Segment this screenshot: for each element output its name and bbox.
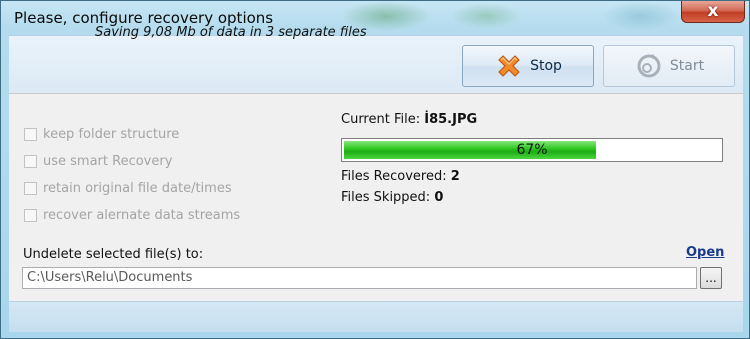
files-recovered-row: Files Recovered: 2 bbox=[341, 169, 460, 184]
files-recovered-value: 2 bbox=[450, 169, 460, 184]
start-button-label: Start bbox=[669, 58, 705, 74]
checkbox[interactable] bbox=[24, 181, 37, 195]
option-label: use smart Recovery bbox=[43, 153, 173, 169]
progress-bar: 67% bbox=[341, 138, 723, 162]
destination-label: Undelete selected file(s) to: bbox=[23, 247, 204, 262]
checkbox[interactable] bbox=[24, 154, 37, 168]
option-use-smart-recovery[interactable]: use smart Recovery bbox=[24, 152, 172, 170]
browse-button[interactable]: ... bbox=[700, 267, 722, 289]
option-label: retain original file date/times bbox=[43, 180, 232, 196]
footer-strip bbox=[9, 301, 743, 332]
files-skipped-label: Files Skipped: bbox=[341, 190, 431, 205]
close-button[interactable]: x bbox=[681, 1, 745, 23]
close-icon: x bbox=[707, 1, 719, 21]
current-file-label: Current File: bbox=[341, 112, 421, 127]
progress-text: 67% bbox=[516, 142, 548, 158]
option-retain-file-dates[interactable]: retain original file date/times bbox=[24, 179, 232, 197]
option-recover-data-streams[interactable]: recover alernate data streams bbox=[24, 206, 240, 224]
checkbox[interactable] bbox=[24, 208, 37, 222]
files-skipped-row: Files Skipped: 0 bbox=[341, 190, 443, 205]
stop-button[interactable]: Stop bbox=[462, 45, 594, 87]
current-file-row: Current File: İ85.JPG bbox=[341, 112, 477, 127]
files-recovered-label: Files Recovered: bbox=[341, 169, 447, 184]
checkbox[interactable] bbox=[24, 127, 37, 141]
start-button[interactable]: Start bbox=[603, 45, 735, 87]
open-link[interactable]: Open bbox=[686, 245, 724, 260]
stop-button-label: Stop bbox=[530, 58, 562, 74]
saving-summary: Saving 9,08 Mb of data in 3 separate fil… bbox=[95, 25, 367, 40]
start-recycle-icon bbox=[637, 54, 661, 78]
option-label: keep folder structure bbox=[43, 126, 180, 142]
current-file-value: İ85.JPG bbox=[424, 112, 478, 127]
files-skipped-value: 0 bbox=[434, 190, 444, 205]
stop-x-icon bbox=[498, 55, 520, 77]
option-label: recover alernate data streams bbox=[43, 207, 241, 223]
option-keep-folder-structure[interactable]: keep folder structure bbox=[24, 125, 179, 143]
recovery-options-dialog: Please, configure recovery options x Sav… bbox=[0, 0, 750, 339]
destination-path-input[interactable]: C:\Users\Relu\Documents bbox=[22, 267, 697, 289]
